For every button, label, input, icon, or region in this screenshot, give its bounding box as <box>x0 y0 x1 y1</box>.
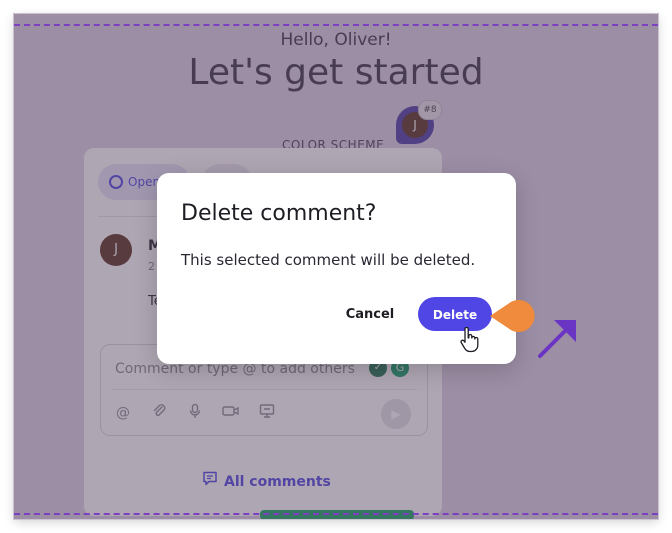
cancel-button[interactable]: Cancel <box>335 299 405 329</box>
dashed-border-bottom <box>14 513 658 515</box>
app-frame: Hello, Oliver! Let's get started COLOR S… <box>14 14 658 519</box>
delete-button[interactable]: Delete <box>418 297 492 331</box>
hand-cursor-icon <box>460 327 479 353</box>
dialog-title: Delete comment? <box>181 201 377 226</box>
dashed-border-top <box>14 24 658 26</box>
dialog-message: This selected comment will be deleted. <box>181 251 476 269</box>
arrow-up-right-icon <box>538 320 576 358</box>
orange-pointer-icon <box>490 300 535 332</box>
delete-comment-dialog: Delete comment? This selected comment wi… <box>157 173 516 364</box>
